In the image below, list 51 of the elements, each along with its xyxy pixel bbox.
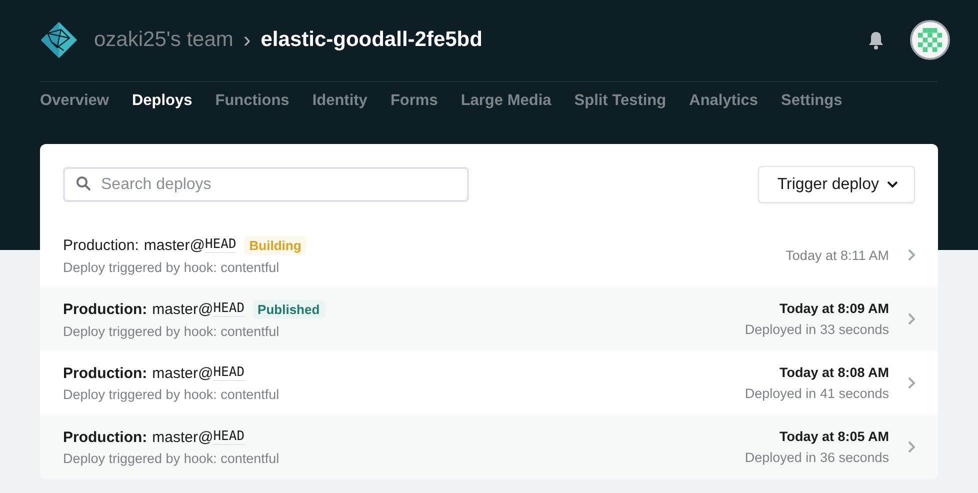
deploy-time: Today at 8:11 AM: [786, 248, 889, 262]
deploy-branch: master@: [152, 300, 214, 318]
deploy-row[interactable]: Production: master@HEAD Deploy triggered by hook: contentful Today at 8:05 AM Deployed in 36 seconds: [40, 415, 938, 479]
breadcrumb-separator: ›: [243, 27, 251, 53]
nav-tab[interactable]: Split Testing: [574, 92, 666, 110]
deploy-description: Deploy triggered by hook: contentful: [63, 450, 280, 466]
nav-tab[interactable]: Analytics: [689, 92, 758, 110]
status-badge: Building: [244, 236, 306, 254]
deploy-branch: master@: [152, 428, 214, 446]
nav-tab[interactable]: Deploys: [132, 92, 192, 110]
nav-tab[interactable]: Overview: [40, 92, 109, 110]
deploy-time: Today at 8:05 AM: [779, 429, 889, 444]
caret-icon: [887, 181, 898, 188]
avatar[interactable]: [910, 20, 950, 60]
bell-icon[interactable]: [868, 30, 884, 50]
chevron-right-icon: [907, 249, 915, 261]
nav-tab[interactable]: Forms: [390, 92, 438, 110]
deploy-branch: master@: [144, 236, 205, 254]
deploy-description: Deploy triggered by hook: contentful: [63, 324, 280, 338]
team-name[interactable]: ozaki25's team: [94, 28, 234, 52]
deploy-context: Production:: [63, 300, 148, 318]
deploy-branch: master@: [152, 364, 214, 382]
site-name: elastic-goodall-2fe5bd: [260, 28, 482, 52]
deploy-context: Production:: [63, 364, 148, 382]
deploy-duration: Deployed in 36 seconds: [744, 450, 889, 465]
deploy-context: Production:: [63, 428, 148, 446]
deploy-duration: Deployed in 33 seconds: [744, 322, 889, 337]
deploy-ref: HEAD: [213, 365, 245, 381]
deploy-duration: Deployed in 41 seconds: [744, 386, 889, 401]
identicon-icon: [918, 28, 942, 52]
deploy-ref: HEAD: [213, 301, 245, 317]
nav-tab[interactable]: Functions: [215, 92, 290, 110]
search-field[interactable]: Search deploys: [63, 167, 469, 202]
logo-icon: [40, 21, 78, 59]
deploy-context: Production:: [63, 236, 139, 254]
chevron-right-icon: [907, 441, 915, 453]
deploy-ref: HEAD: [213, 429, 245, 445]
chevron-right-icon: [907, 377, 915, 389]
deploy-time: Today at 8:08 AM: [779, 365, 889, 380]
status-badge: Published: [252, 300, 325, 318]
search-icon: [76, 176, 91, 191]
deploy-row[interactable]: Production: master@HEAD Published Deploy triggered by hook: contentful Today at 8:09 AM Deployed in 33 seconds: [40, 287, 938, 351]
deploy-description: Deploy triggered by hook: contentful: [63, 260, 280, 274]
chevron-right-icon: [907, 313, 915, 325]
nav-tab[interactable]: Large Media: [460, 92, 552, 110]
nav-tab[interactable]: Settings: [781, 92, 842, 110]
deploy-ref: HEAD: [204, 237, 236, 253]
nav-tab[interactable]: Identity: [312, 92, 368, 110]
deploy-description: Deploy triggered by hook: contentful: [63, 386, 280, 402]
deploy-time: Today at 8:09 AM: [779, 301, 889, 316]
trigger-deploy-button[interactable]: Trigger deploy: [758, 166, 915, 203]
